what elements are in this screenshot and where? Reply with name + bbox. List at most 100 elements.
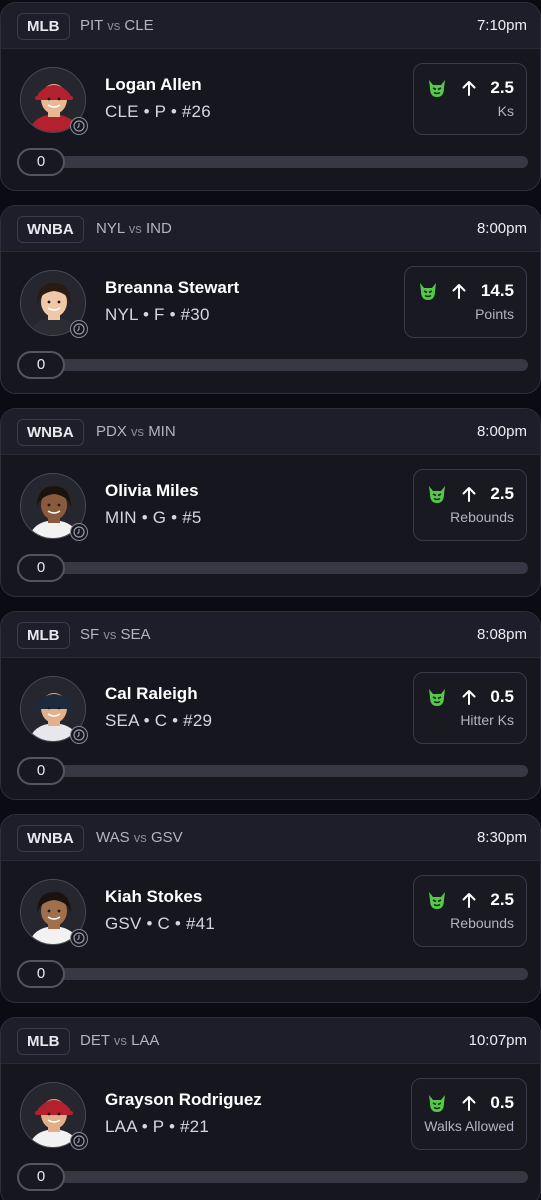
player-info: NYL • F • #30	[105, 305, 210, 324]
matchup: NYL vs IND	[96, 220, 172, 237]
player-team: NYL	[105, 305, 139, 324]
player-team: GSV	[105, 914, 142, 933]
projection-value: 2.5	[490, 890, 514, 909]
league-badge: WNBA	[17, 825, 84, 852]
game-header: MLB PIT vs CLE 7:10pm	[1, 3, 540, 49]
pick-card[interactable]: MLB SF vs SEA 8:08pm Cal Raleigh SEA • C…	[0, 611, 541, 800]
player-number: #5	[182, 508, 202, 527]
game-header: WNBA PDX vs MIN 8:00pm	[1, 409, 540, 455]
matchup: DET vs LAA	[80, 1032, 159, 1049]
player-team: MIN	[105, 508, 137, 527]
progress-track	[21, 562, 528, 574]
player-name: Breanna Stewart	[105, 278, 240, 297]
progress-counter: 0	[17, 757, 65, 785]
player-history-icon[interactable]	[70, 523, 88, 541]
arrow-up-icon	[461, 1095, 477, 1111]
pick-card[interactable]: MLB DET vs LAA 10:07pm Grayson Rodriguez…	[0, 1017, 541, 1200]
projection-value: 14.5	[480, 281, 514, 300]
projection-button[interactable]: 0.5 Hitter Ks	[413, 672, 527, 744]
league-badge: WNBA	[17, 419, 84, 446]
home-team: LAA	[131, 1032, 160, 1049]
progress-track	[21, 765, 528, 777]
projection-button[interactable]: 2.5 Ks	[413, 63, 527, 135]
projection-stat: Hitter Ks	[460, 712, 514, 728]
projection-button[interactable]: 2.5 Rebounds	[413, 469, 527, 541]
green-demon-icon	[426, 77, 448, 99]
player-history-icon[interactable]	[70, 726, 88, 744]
game-header: MLB SF vs SEA 8:08pm	[1, 612, 540, 658]
player-info: SEA • C • #29	[105, 711, 213, 730]
player-number: #29	[183, 711, 213, 730]
projection-stat: Ks	[497, 103, 514, 119]
player-position: P	[152, 1117, 165, 1136]
player-history-icon[interactable]	[70, 1132, 88, 1150]
game-time: 8:30pm	[476, 829, 527, 846]
green-demon-icon	[426, 686, 448, 708]
projection-stat: Points	[475, 306, 514, 322]
player-team: LAA	[105, 1117, 137, 1136]
league-badge: WNBA	[17, 216, 84, 243]
progress-track	[21, 359, 528, 371]
projection-button[interactable]: 14.5 Points	[404, 266, 527, 338]
player-position: C	[157, 914, 170, 933]
versus-label: vs	[113, 1033, 127, 1048]
projection-button[interactable]: 2.5 Rebounds	[413, 875, 527, 947]
home-team: GSV	[150, 829, 183, 846]
player-position: P	[154, 102, 166, 121]
player-history-icon[interactable]	[70, 117, 88, 135]
projection-stat: Walks Allowed	[424, 1118, 514, 1134]
projection-stat: Rebounds	[450, 509, 514, 525]
game-header: WNBA WAS vs GSV 8:30pm	[1, 815, 540, 861]
away-team: PDX	[96, 423, 127, 440]
progress-counter: 0	[17, 960, 65, 988]
green-demon-icon	[426, 1092, 448, 1114]
player-number: #21	[180, 1117, 209, 1136]
versus-label: vs	[131, 424, 145, 439]
projection-button[interactable]: 0.5 Walks Allowed	[411, 1078, 527, 1150]
player-number: #26	[181, 102, 211, 121]
player-position: C	[154, 711, 168, 730]
progress-counter: 0	[17, 148, 65, 176]
home-team: CLE	[124, 17, 154, 34]
matchup: WAS vs GSV	[96, 829, 183, 846]
pick-card[interactable]: WNBA WAS vs GSV 8:30pm Kiah Stokes GSV •…	[0, 814, 541, 1003]
home-team: MIN	[148, 423, 176, 440]
player-name: Kiah Stokes	[105, 887, 203, 906]
progress-track	[21, 1171, 528, 1183]
player-team: SEA	[105, 711, 139, 730]
versus-label: vs	[107, 18, 121, 33]
player-name: Logan Allen	[105, 75, 202, 94]
progress-track	[21, 156, 528, 168]
arrow-up-icon	[461, 80, 477, 96]
progress-counter: 0	[17, 351, 65, 379]
versus-label: vs	[128, 221, 142, 236]
game-header: MLB DET vs LAA 10:07pm	[1, 1018, 540, 1064]
player-info: MIN • G • #5	[105, 508, 202, 527]
game-time: 7:10pm	[476, 17, 527, 34]
league-badge: MLB	[17, 13, 70, 40]
player-number: #30	[180, 305, 210, 324]
projection-value: 2.5	[490, 78, 514, 97]
player-position: F	[154, 305, 165, 324]
player-name: Cal Raleigh	[105, 684, 198, 703]
pick-card[interactable]: WNBA PDX vs MIN 8:00pm Olivia Miles MIN …	[0, 408, 541, 597]
matchup: PDX vs MIN	[96, 423, 176, 440]
versus-label: vs	[133, 830, 147, 845]
player-history-icon[interactable]	[70, 320, 88, 338]
pick-card[interactable]: MLB PIT vs CLE 7:10pm Logan Allen CLE • …	[0, 2, 541, 191]
projection-value: 2.5	[490, 484, 514, 503]
arrow-up-icon	[451, 283, 467, 299]
away-team: PIT	[80, 17, 104, 34]
matchup: PIT vs CLE	[80, 17, 154, 34]
projection-value: 0.5	[490, 687, 514, 706]
progress-counter: 0	[17, 1163, 65, 1191]
player-history-icon[interactable]	[70, 929, 88, 947]
green-demon-icon	[426, 483, 448, 505]
home-team: SEA	[120, 626, 151, 643]
pick-card[interactable]: WNBA NYL vs IND 8:00pm Breanna Stewart N…	[0, 205, 541, 394]
player-name: Grayson Rodriguez	[105, 1090, 262, 1109]
pick-list: MLB PIT vs CLE 7:10pm Logan Allen CLE • …	[0, 0, 541, 1200]
home-team: IND	[145, 220, 172, 237]
player-info: CLE • P • #26	[105, 102, 211, 121]
versus-label: vs	[103, 627, 117, 642]
